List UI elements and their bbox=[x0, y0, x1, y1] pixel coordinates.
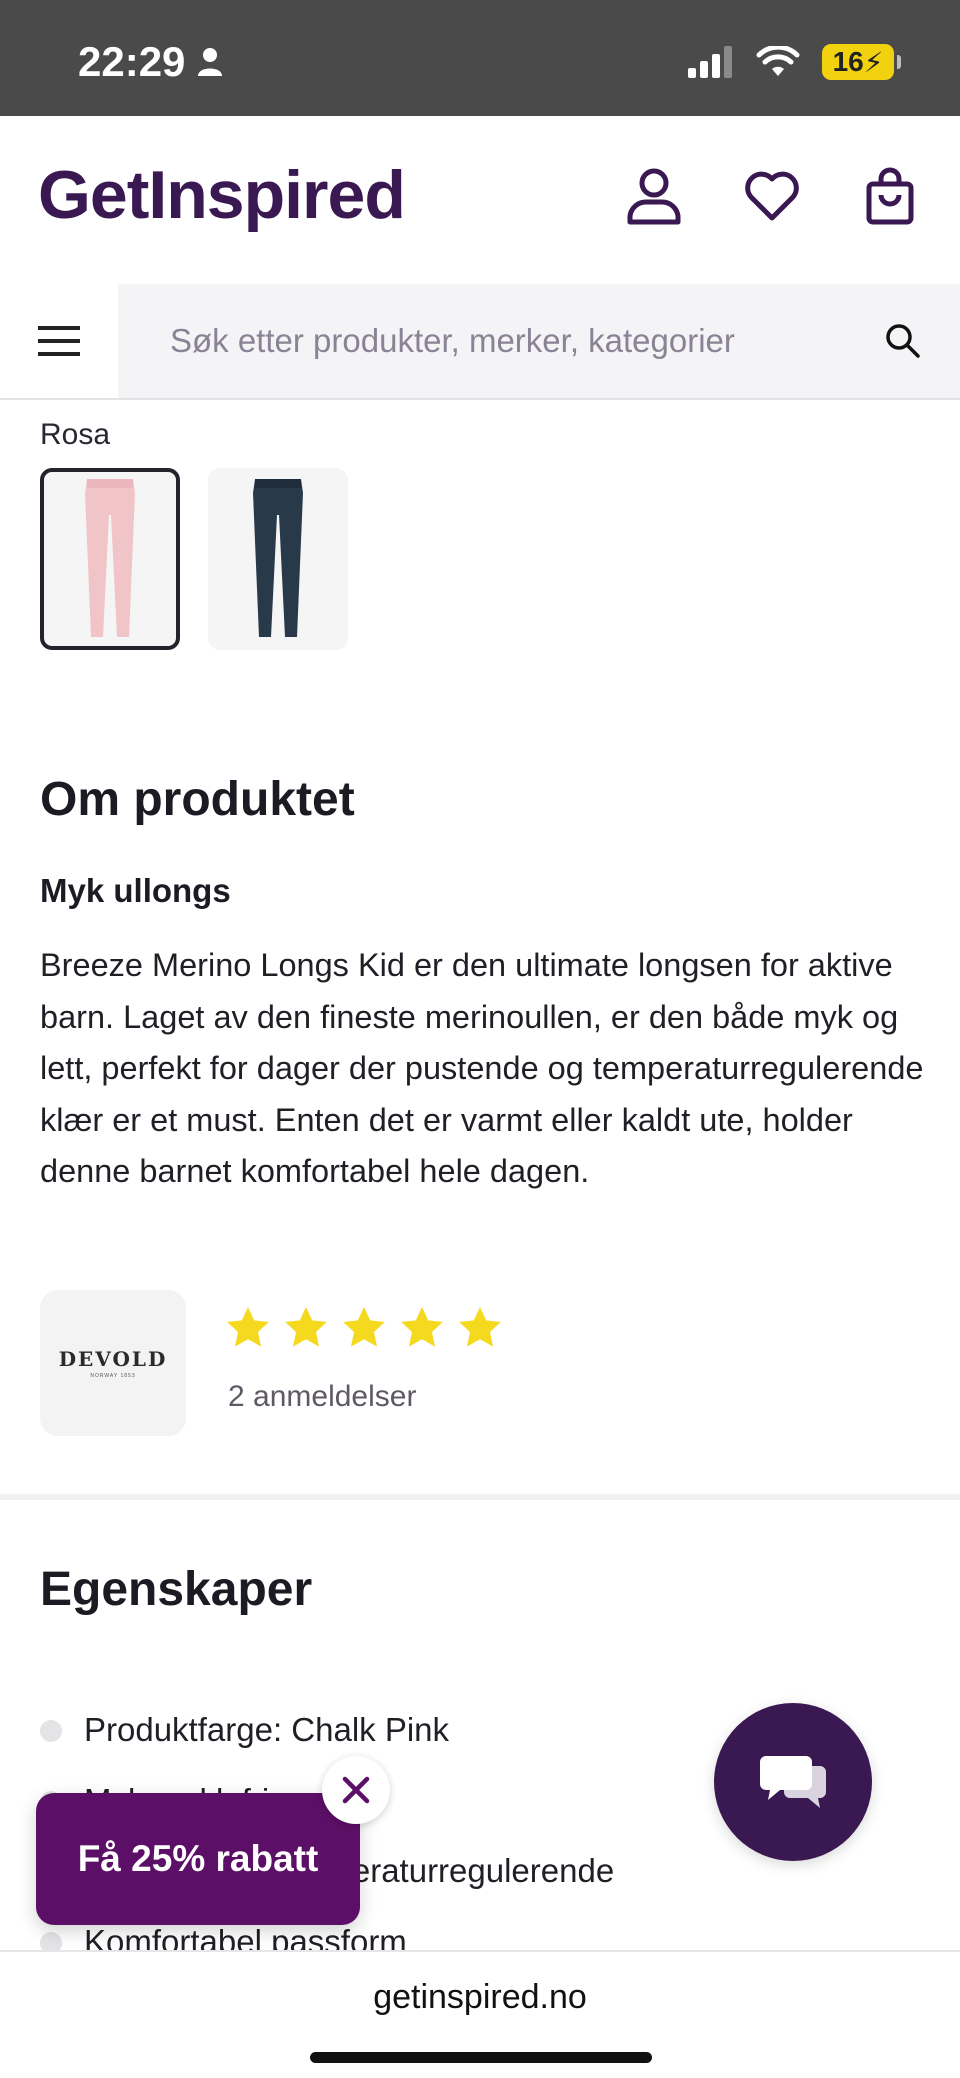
status-indicators: 16 ⚡ bbox=[688, 44, 901, 80]
search-input[interactable] bbox=[118, 284, 848, 398]
status-time: 22:29 bbox=[78, 38, 223, 86]
hamburger-icon bbox=[38, 326, 80, 356]
search-button[interactable] bbox=[876, 314, 930, 368]
brand-sub: NORWAY 1853 bbox=[90, 1373, 136, 1379]
menu-button[interactable] bbox=[0, 284, 118, 398]
brand-logo: DEVOLD bbox=[58, 1347, 168, 1371]
star-icon bbox=[343, 1307, 385, 1347]
pink-leggings-image bbox=[85, 479, 135, 637]
property-text: Produktfarge: Chalk Pink bbox=[84, 1711, 450, 1749]
chat-button[interactable] bbox=[714, 1703, 872, 1861]
person-icon bbox=[198, 48, 223, 76]
about-subtitle: Myk ullongs bbox=[40, 872, 231, 909]
browser-url-bar[interactable]: getinspired.no bbox=[0, 1950, 960, 2078]
close-icon bbox=[342, 1776, 370, 1804]
status-time-text: 22:29 bbox=[78, 38, 186, 85]
brand-card[interactable]: DEVOLD NORWAY 1853 bbox=[40, 1290, 186, 1436]
swatch-navy[interactable] bbox=[208, 468, 348, 650]
bag-icon[interactable] bbox=[860, 166, 920, 226]
home-indicator bbox=[310, 2052, 652, 2063]
chat-icon bbox=[760, 1756, 826, 1808]
heart-icon[interactable] bbox=[742, 166, 802, 226]
properties-title: Egenskaper bbox=[40, 1563, 313, 1616]
promo-close-button[interactable] bbox=[322, 1756, 390, 1824]
section-divider bbox=[0, 1494, 960, 1500]
search-row bbox=[0, 284, 960, 400]
rating-stars bbox=[224, 1304, 504, 1352]
swatch-pink[interactable] bbox=[40, 468, 180, 650]
variant-label: Rosa bbox=[40, 418, 111, 451]
about-title: Om produktet bbox=[40, 773, 355, 826]
star-icon bbox=[459, 1307, 501, 1347]
bullet-icon bbox=[40, 1720, 62, 1742]
star-icon bbox=[401, 1307, 443, 1347]
navy-leggings-image bbox=[253, 479, 303, 637]
battery-indicator: 16 ⚡ bbox=[822, 44, 901, 80]
header-actions bbox=[624, 166, 920, 226]
product-description: Breeze Merino Longs Kid er den ultimate … bbox=[40, 947, 924, 1189]
url-text[interactable]: getinspired.no bbox=[0, 1978, 960, 2017]
wifi-icon bbox=[756, 46, 800, 76]
star-icon bbox=[285, 1307, 327, 1347]
discount-button[interactable]: Få 25% rabatt bbox=[36, 1793, 360, 1925]
list-item: Produktfarge: Chalk Pink bbox=[40, 1695, 614, 1766]
search-icon bbox=[886, 324, 920, 358]
status-bar: 22:29 16 ⚡ bbox=[0, 0, 960, 116]
signal-icon bbox=[688, 46, 732, 78]
charging-icon: ⚡ bbox=[863, 46, 884, 78]
star-icon bbox=[227, 1307, 269, 1347]
review-count[interactable]: 2 anmeldelser bbox=[228, 1380, 416, 1414]
battery-level: 16 bbox=[832, 46, 864, 77]
account-icon[interactable] bbox=[624, 166, 684, 226]
site-logo[interactable]: GetInspired bbox=[38, 156, 406, 234]
site-header: GetInspired bbox=[0, 116, 960, 284]
